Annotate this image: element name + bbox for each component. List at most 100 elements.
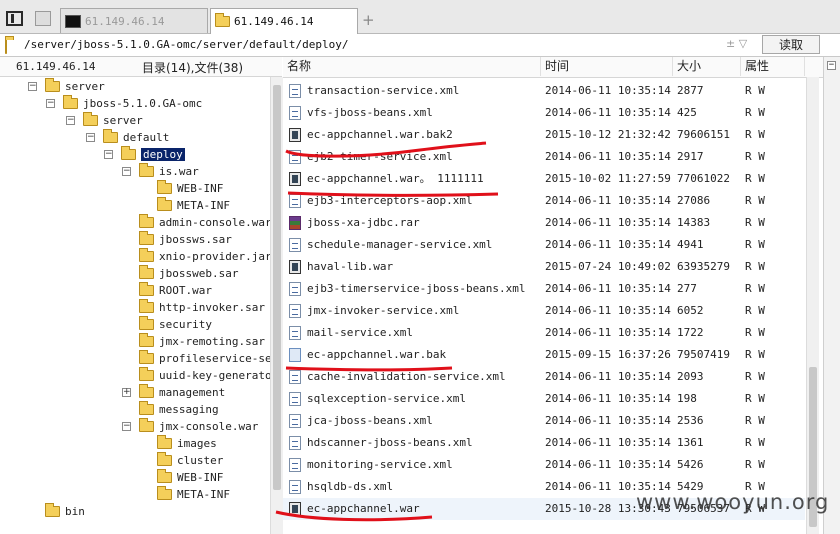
expand-icon[interactable]: + <box>122 388 131 397</box>
file-time: 2014-06-11 10:35:14 <box>545 414 671 427</box>
file-row[interactable]: hdscanner-jboss-beans.xml 2014-06-11 10:3… <box>283 432 805 454</box>
file-row[interactable]: jboss-xa-jdbc.rar 2014-06-11 10:35:14 1438… <box>283 212 805 234</box>
file-time: 2015-10-02 11:27:59 <box>545 172 671 185</box>
file-row[interactable]: haval-lib.war 2015-07-24 10:49:02 63935279… <box>283 256 805 278</box>
file-row[interactable]: schedule-manager-service.xml 2014-06-11 1… <box>283 234 805 256</box>
file-list-header: 名称 时间 大小 属性 <box>283 57 823 78</box>
tree-item[interactable]: − server <box>28 78 105 95</box>
file-row[interactable]: vfs-jboss-beans.xml 2014-06-11 10:35:14 42… <box>283 102 805 124</box>
tree-item[interactable]: profileservice-secu <box>122 350 285 367</box>
file-time: 2014-06-11 10:35:14 <box>545 238 671 251</box>
file-name: hsqldb-ds.xml <box>307 480 394 493</box>
file-list-scrollbar[interactable] <box>806 77 819 534</box>
file-row[interactable]: jmx-invoker-service.xml 2014-06-11 10:35:… <box>283 300 805 322</box>
folder-icon <box>157 435 172 449</box>
file-attr: R W <box>745 194 765 207</box>
tree-item-label: WEB-INF <box>177 471 224 484</box>
file-time: 2014-06-11 10:35:14 <box>545 370 671 383</box>
file-row[interactable]: ec-appchannel.war.bak 2015-09-15 16:37:26… <box>283 344 805 366</box>
tree-item[interactable]: admin-console.war <box>122 214 272 231</box>
dir-file-counts: 目录(14),文件(38) <box>142 61 244 75</box>
folder-icon <box>45 503 60 517</box>
tree-item-label: admin-console.war <box>159 216 272 229</box>
tree-item[interactable]: security <box>122 316 212 333</box>
tree-item[interactable]: jbossweb.sar <box>122 265 238 282</box>
file-row[interactable]: cache-invalidation-service.xml 2014-06-11… <box>283 366 805 388</box>
column-attr[interactable]: 属性 <box>741 57 805 76</box>
tree-item-label: META-INF <box>177 488 230 501</box>
tree-scrollbar[interactable] <box>270 77 283 534</box>
collapse-icon[interactable]: − <box>66 116 75 125</box>
tree-item[interactable]: WEB-INF <box>140 469 223 486</box>
file-row[interactable]: jca-jboss-beans.xml 2014-06-11 10:35:14 25… <box>283 410 805 432</box>
file-row[interactable]: transaction-service.xml 2014-06-11 10:35:… <box>283 80 805 102</box>
tree-item[interactable]: ROOT.war <box>122 282 212 299</box>
file-row[interactable]: monitoring-service.xml 2014-06-11 10:35:1… <box>283 454 805 476</box>
collapse-icon[interactable]: − <box>827 61 836 70</box>
tree-item[interactable]: xnio-provider.jar <box>122 248 272 265</box>
file-attr: R W <box>745 150 765 163</box>
file-row[interactable]: ec-appchannel.war。 1111111 2015-10-02 11:… <box>283 168 805 190</box>
file-row[interactable]: ejb3-interceptors-aop.xml 2014-06-11 10:3… <box>283 190 805 212</box>
tree-item[interactable]: bin <box>28 503 85 520</box>
file-name: ec-appchannel.war <box>307 502 420 515</box>
tree-item[interactable]: messaging <box>122 401 219 418</box>
sidebar-toggle-icon[interactable] <box>6 11 23 26</box>
collapse-icon[interactable]: − <box>28 82 37 91</box>
column-time[interactable]: 时间 <box>541 57 673 76</box>
folder-icon <box>139 163 154 177</box>
file-row[interactable]: sqlexception-service.xml 2014-06-11 10:35… <box>283 388 805 410</box>
tree-item[interactable]: − is.war <box>122 163 199 180</box>
folder-icon <box>139 282 154 296</box>
tree-item[interactable]: http-invoker.sar <box>122 299 265 316</box>
folder-icon <box>157 469 172 483</box>
collapse-icon[interactable]: − <box>122 422 131 431</box>
tree-item[interactable]: cluster <box>140 452 223 469</box>
tab-terminal[interactable]: 61.149.46.14 <box>60 8 208 33</box>
file-row[interactable]: ec-appchannel.war.bak2 2015-10-12 21:32:4… <box>283 124 805 146</box>
collapse-icon[interactable]: − <box>104 150 113 159</box>
tab-files[interactable]: 61.149.46.14 <box>210 8 358 34</box>
file-name: cache-invalidation-service.xml <box>307 370 506 383</box>
path-input[interactable] <box>24 36 724 53</box>
file-row[interactable]: ejb3-timerservice-jboss-beans.xml 2014-06… <box>283 278 805 300</box>
folder-icon <box>157 197 172 211</box>
xml-file-icon <box>289 106 301 120</box>
tree-item[interactable]: − server <box>66 112 143 129</box>
scroll-thumb[interactable] <box>273 85 281 490</box>
tree-item[interactable]: − jboss-5.1.0.GA-omc <box>46 95 202 112</box>
collapse-icon[interactable]: − <box>46 99 55 108</box>
collapse-icon[interactable]: − <box>122 167 131 176</box>
folder-icon <box>157 180 172 194</box>
read-button[interactable]: 读取 <box>762 35 820 54</box>
column-name[interactable]: 名称 <box>283 57 541 76</box>
file-attr: R W <box>745 282 765 295</box>
tree-item-label: WEB-INF <box>177 182 224 195</box>
tree-item[interactable]: − jmx-console.war <box>122 418 258 435</box>
column-size[interactable]: 大小 <box>673 57 741 76</box>
tree-item[interactable]: images <box>140 435 217 452</box>
tree-item[interactable]: META-INF <box>140 197 230 214</box>
file-attr: R W <box>745 458 765 471</box>
file-time: 2014-06-11 10:35:14 <box>545 392 671 405</box>
tree-item[interactable]: META-INF <box>140 486 230 503</box>
new-tab-button[interactable]: + <box>362 11 375 29</box>
tree-item[interactable]: jmx-remoting.sar <box>122 333 265 350</box>
collapse-icon[interactable]: − <box>86 133 95 142</box>
tab-label: 61.149.46.14 <box>85 14 165 28</box>
tree-item[interactable]: + management <box>122 384 225 401</box>
file-row[interactable]: ejb2-timer-service.xml 2014-06-11 10:35:1… <box>283 146 805 168</box>
war-file-icon <box>289 172 301 186</box>
tree-item[interactable]: jbossws.sar <box>122 231 232 248</box>
tab-bar: 61.149.46.14 61.149.46.14 + <box>0 0 840 34</box>
tree-item[interactable]: − default <box>86 129 169 146</box>
folder-icon <box>45 78 60 92</box>
new-session-icon[interactable] <box>35 11 51 26</box>
tree-item-label: jmx-console.war <box>159 420 259 433</box>
path-history-arrows[interactable]: ± ▽ <box>726 37 747 50</box>
file-row[interactable]: mail-service.xml 2014-06-11 10:35:14 1722 R… <box>283 322 805 344</box>
tree-item[interactable]: WEB-INF <box>140 180 223 197</box>
tree-item-label: management <box>159 386 226 399</box>
tree-item[interactable]: uuid-key-generator. <box>122 367 285 384</box>
tree-item[interactable]: − deploy <box>104 146 185 163</box>
